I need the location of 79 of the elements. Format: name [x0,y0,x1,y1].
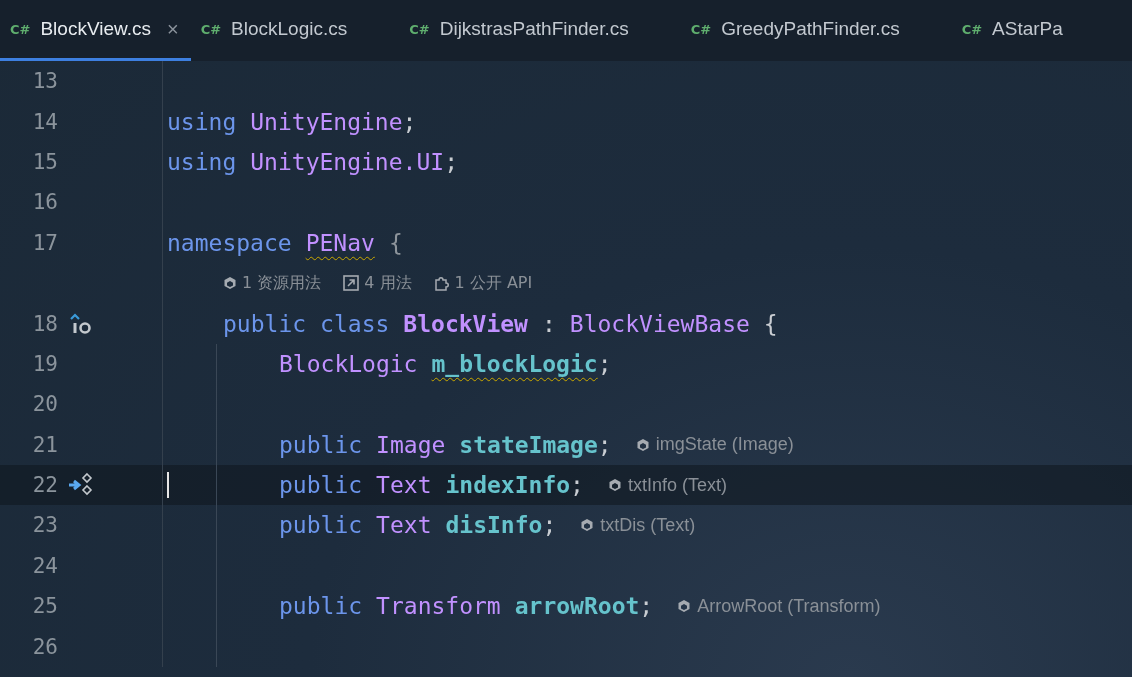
line-number: 23 [31,513,58,538]
code-token: public [279,512,363,539]
code-token: public [223,310,307,337]
code-token: BlockLogic [279,350,418,377]
code-token: ; [597,431,612,458]
file-tab[interactable]: C# AStarPa [951,0,1075,61]
code-token: UnityEngine [250,108,403,135]
code-token: namespace [167,229,292,256]
code-token: public [279,593,363,620]
line-number: 22 [31,473,58,498]
code-token: Text [376,472,432,499]
line-number: 25 [31,594,58,619]
line-number: 16 [31,190,58,215]
code-token: BlockViewBase [569,310,750,337]
inlay-hint: txtDis (Text) [580,515,696,536]
inlay-hint: txtInfo (Text) [607,474,727,496]
code-token: UnityEngine.UI [250,148,445,175]
arrow-box-icon [343,275,360,292]
line-number: 15 [31,149,58,174]
code-token: ; [570,472,584,499]
csharp-file-icon: C# [690,21,712,37]
tab-label: BlockLogic.cs [231,18,348,40]
cube-icon [677,599,692,614]
file-tab[interactable]: C# BlockLogic.cs [190,0,360,61]
code-lens-link[interactable]: 1 公开 API [433,272,533,294]
code-token: : [541,310,556,337]
code-token: ; [444,148,458,175]
code-token: { [388,229,403,256]
code-token: ; [597,350,612,377]
code-token: indexInfo [445,472,571,499]
file-tab[interactable]: C# DijkstrasPathFinder.cs [399,0,641,61]
code-token: using [167,148,237,175]
code-token: disInfo [445,512,543,539]
code-token: ; [542,512,557,539]
cube-icon [607,478,622,493]
inlay-hint: ArrowRoot (Transform) [677,595,881,617]
line-number: 18 [31,311,58,336]
code-token: ; [402,108,417,135]
code-token: Transform [376,593,501,620]
line-number: 14 [31,109,58,134]
file-tab[interactable]: C# BlockView.cs × [0,0,191,61]
code-token: BlockView [403,310,528,337]
csharp-file-icon: C# [409,21,430,37]
tab-label: DijkstrasPathFinder.cs [439,18,629,40]
cube-icon [580,518,595,533]
code-token: public [279,472,363,499]
code-lens-link[interactable]: 1 资源用法 [223,272,322,294]
text-cursor [167,471,169,499]
line-number: 20 [31,392,58,417]
code-token: Text [376,512,432,539]
code-token: ; [639,593,654,620]
line-number: 19 [31,351,58,376]
tab-label: AStarPa [992,18,1063,40]
inlay-hint: imgState (Image) [635,434,794,456]
file-tab[interactable]: C# GreedyPathFinder.cs [680,0,912,61]
code-token: m_blockLogic [431,350,598,377]
line-number: 21 [31,432,58,457]
code-token: arrowRoot [514,593,640,620]
close-icon[interactable]: × [166,17,179,41]
code-token: { [763,310,778,337]
code-lens-link[interactable]: 4 用法 [343,272,412,294]
puzzle-icon [433,275,450,292]
line-number: 24 [31,553,58,578]
code-token: class [320,310,390,337]
tab-label: BlockView.cs [40,18,151,40]
code-token: using [167,108,237,135]
csharp-file-icon: C# [200,21,222,37]
code-token: public [279,431,363,458]
line-number: 17 [31,230,58,255]
code-token: Image [376,431,446,458]
line-number: 26 [31,634,58,659]
code-token: PENav [305,229,375,256]
csharp-file-icon: C# [10,21,31,37]
cube-icon [635,437,650,452]
csharp-file-icon: C# [961,21,983,37]
cube-icon [223,276,237,291]
code-token: stateImage [459,431,598,458]
line-number: 13 [31,69,58,94]
tab-label: GreedyPathFinder.cs [721,18,900,40]
